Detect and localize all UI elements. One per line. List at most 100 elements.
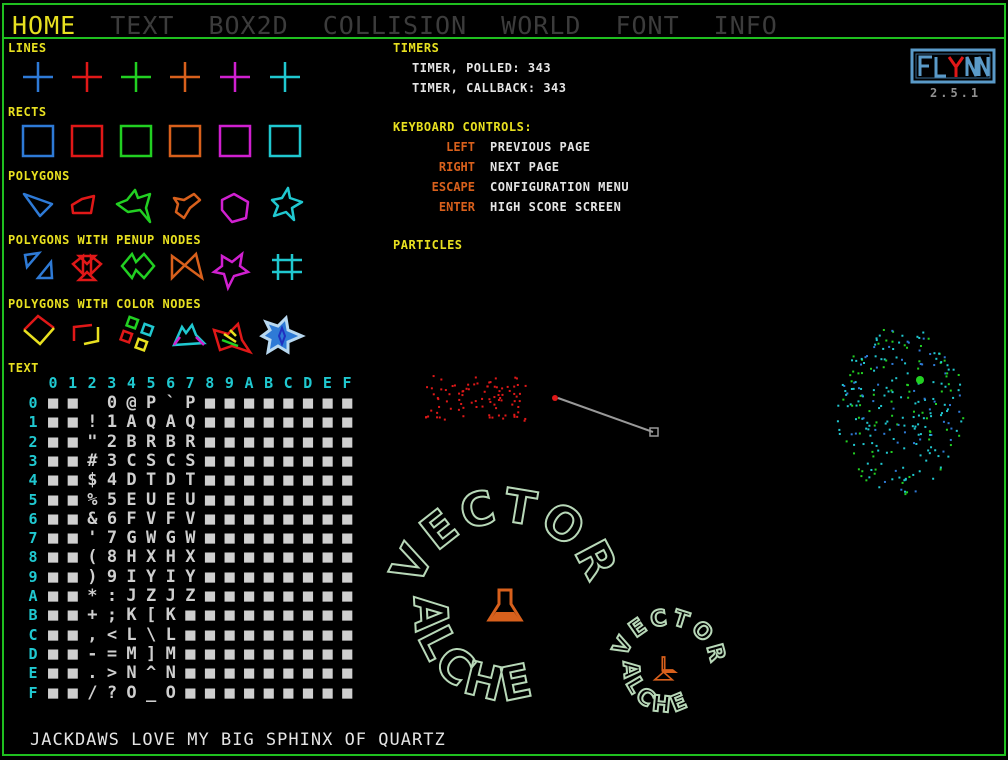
particle: [928, 430, 931, 433]
tab-world[interactable]: WORLD: [501, 12, 581, 40]
particle: [903, 424, 906, 427]
particle: [900, 396, 903, 399]
particle: [942, 450, 945, 453]
particle: [885, 339, 888, 342]
particle: [932, 397, 935, 400]
particle: [841, 383, 844, 386]
particle: [511, 403, 514, 406]
grid-row-header: A: [28, 587, 38, 605]
charset-row: ■■!1AQAQ■■■■■■■■: [48, 412, 362, 433]
particle: [857, 372, 860, 375]
particle: [907, 341, 910, 344]
particle: [875, 366, 878, 369]
particle: [890, 400, 893, 403]
particle: [837, 404, 840, 407]
particle: [957, 389, 960, 392]
grid-col-header: 3: [107, 374, 117, 392]
particle: [922, 331, 925, 334]
particle: [517, 405, 520, 408]
particle: [908, 475, 911, 478]
particle: [488, 414, 491, 417]
particle: [891, 379, 894, 382]
emitter: [552, 395, 558, 401]
particle: [861, 470, 864, 473]
particle: [438, 405, 441, 408]
particle: [913, 442, 916, 445]
penup-polygon: [170, 251, 205, 282]
particle: [852, 387, 855, 390]
particle: [497, 414, 500, 417]
rect-square: [218, 124, 252, 158]
grid-row-header: 4: [28, 471, 38, 490]
particle: [880, 462, 883, 465]
color-node-polygon: [72, 323, 93, 341]
particle: [502, 417, 505, 420]
particle: [946, 372, 949, 375]
particle: [917, 400, 920, 403]
particle: [504, 414, 507, 417]
particle: [865, 427, 868, 430]
tab-collision[interactable]: COLLISION: [323, 12, 467, 40]
particle: [448, 393, 451, 396]
particle: [874, 343, 877, 346]
particle: [933, 352, 936, 355]
particle: [449, 407, 452, 410]
grid-col-header: F: [342, 374, 352, 392]
line-cross: [72, 62, 102, 92]
particle: [906, 372, 909, 375]
polygon: [270, 186, 304, 222]
color-node-polygon: [259, 314, 306, 355]
particle: [924, 425, 927, 428]
particle: [863, 361, 866, 364]
particle: [491, 416, 494, 419]
particle: [875, 339, 878, 342]
key-enter: ENTER: [438, 200, 475, 214]
rect-square: [119, 124, 153, 158]
particle: [962, 417, 965, 420]
particle: [940, 412, 943, 415]
tab-info[interactable]: INFO: [714, 12, 778, 40]
particle: [892, 348, 895, 351]
charset-row: ■■.>N^N■■■■■■■■■: [48, 663, 362, 684]
particle: [932, 381, 935, 384]
particle: [894, 469, 897, 472]
particle: [451, 385, 454, 388]
tab-font[interactable]: FONT: [615, 12, 679, 40]
particle: [872, 389, 875, 392]
particle: [930, 415, 933, 418]
particle: [845, 440, 848, 443]
particle: [914, 425, 917, 428]
particle: [516, 415, 519, 418]
particle: [425, 416, 428, 419]
particle: [857, 400, 860, 403]
particle: [493, 396, 496, 399]
particle: [501, 387, 504, 390]
particle: [508, 389, 511, 392]
particle: [907, 396, 910, 399]
particle: [915, 442, 918, 445]
version-label: 2.5.1: [930, 86, 982, 100]
particle: [918, 470, 921, 473]
particle: [947, 383, 950, 386]
particle: [929, 353, 932, 356]
shape-demos: [21, 62, 306, 355]
particle: [836, 420, 839, 423]
particle: [922, 417, 925, 420]
particle: [949, 438, 952, 441]
charset-row: ■■%5EUEU■■■■■■■■: [48, 489, 362, 510]
grid-row-header: B: [28, 606, 38, 625]
particle: [444, 389, 447, 392]
particle: [934, 403, 937, 406]
particle: [461, 394, 464, 397]
particle: [923, 397, 926, 400]
particle: [860, 372, 863, 375]
particle: [903, 344, 906, 347]
particle: [943, 356, 946, 359]
particle: [878, 334, 881, 337]
particle: [474, 400, 477, 403]
particle: [873, 424, 876, 427]
particle: [495, 386, 498, 389]
particle: [866, 462, 869, 465]
particle: [483, 390, 486, 393]
particle: [872, 400, 875, 403]
